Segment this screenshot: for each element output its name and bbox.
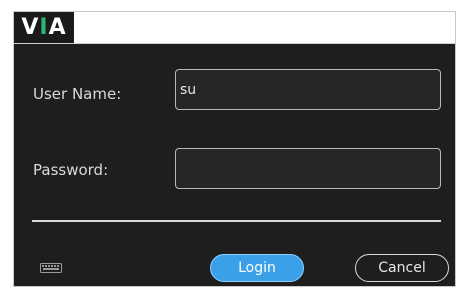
- logo-letter-v: V: [21, 15, 40, 40]
- username-input[interactable]: [175, 69, 441, 110]
- cancel-button[interactable]: Cancel: [355, 254, 449, 282]
- via-logo: VIA: [14, 12, 74, 43]
- logo-letter-i: I: [39, 15, 49, 40]
- logo-letter-a: A: [48, 15, 67, 40]
- password-input[interactable]: [175, 148, 441, 189]
- login-dialog: VIA User Name: Password: Login Cancel: [13, 11, 456, 287]
- login-button[interactable]: Login: [210, 254, 304, 282]
- password-label: Password:: [33, 161, 109, 179]
- header-bar: VIA: [14, 12, 455, 44]
- divider: [32, 220, 441, 222]
- keyboard-icon[interactable]: [40, 263, 62, 273]
- username-label: User Name:: [33, 85, 122, 103]
